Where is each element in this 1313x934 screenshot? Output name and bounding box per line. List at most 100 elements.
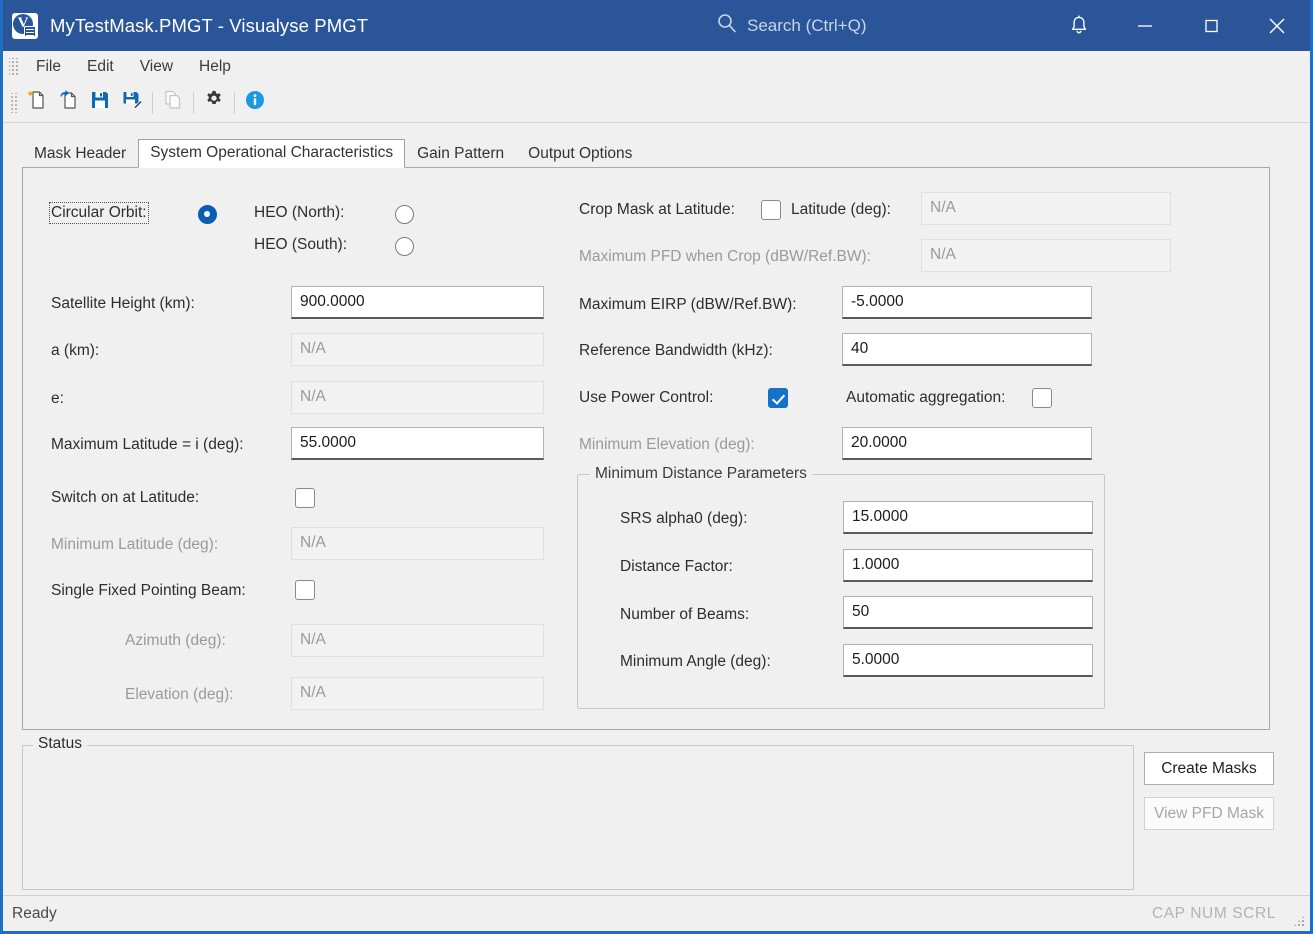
menu-item-view[interactable]: View — [127, 55, 186, 79]
maximum-pfd-when-crop-label: Maximum PFD when Crop (dBW/Ref.BW): — [579, 248, 871, 265]
toolbar — [3, 83, 1310, 123]
minimum-elevation-label: Minimum Elevation (deg): — [579, 436, 755, 453]
minimize-icon — [1134, 15, 1156, 37]
application-window: V MyTestMask.PMGT - Visualyse PMGT Searc… — [0, 0, 1313, 934]
tab-system-operational-characteristics[interactable]: System Operational Characteristics — [138, 139, 406, 168]
open-document-button[interactable] — [52, 87, 84, 119]
menu-item-file[interactable]: File — [23, 55, 74, 79]
circular-orbit-label: Circular Orbit: — [49, 202, 149, 224]
heo-south-label: HEO (South): — [254, 236, 348, 253]
single-fixed-pointing-beam-checkbox[interactable] — [295, 580, 315, 600]
switch-on-at-latitude-label: Switch on at Latitude: — [51, 489, 200, 506]
view-pfd-mask-button[interactable]: View PFD Mask — [1144, 797, 1274, 830]
heo-south-radio[interactable] — [395, 237, 414, 256]
save-as-button[interactable] — [116, 87, 148, 119]
switch-on-at-latitude-checkbox[interactable] — [295, 488, 315, 508]
use-power-control-checkbox[interactable] — [768, 388, 788, 408]
maximum-latitude-input[interactable]: 55.0000 — [291, 427, 544, 460]
automatic-aggregation-checkbox[interactable] — [1032, 388, 1052, 408]
menu-item-help[interactable]: Help — [186, 55, 244, 79]
maximum-pfd-when-crop-input[interactable]: N/A — [921, 239, 1171, 272]
eccentricity-input[interactable]: N/A — [291, 381, 544, 414]
minimum-latitude-input[interactable]: N/A — [291, 527, 544, 560]
resize-grip-icon[interactable] — [1293, 915, 1305, 927]
toolbar-separator — [152, 91, 153, 114]
heo-north-label: HEO (North): — [254, 204, 345, 221]
search-placeholder-text: Search (Ctrl+Q) — [747, 15, 867, 35]
azimuth-label: Azimuth (deg): — [125, 632, 226, 649]
minimum-angle-label: Minimum Angle (deg): — [620, 653, 771, 670]
notification-bell-icon — [1069, 14, 1089, 37]
maximize-icon — [1200, 15, 1222, 37]
tab-mask-header[interactable]: Mask Header — [22, 140, 138, 168]
tab-gain-pattern[interactable]: Gain Pattern — [405, 140, 516, 168]
tab-content-panel: Circular Orbit: HEO (North): HEO (South)… — [22, 167, 1270, 730]
info-button[interactable] — [239, 87, 271, 119]
maximum-latitude-label: Maximum Latitude = i (deg): — [51, 436, 244, 453]
search-box[interactable]: Search (Ctrl+Q) — [716, 0, 867, 51]
save-as-icon — [120, 88, 144, 117]
copy-button[interactable] — [157, 87, 189, 119]
distance-factor-label: Distance Factor: — [620, 558, 733, 575]
elevation-input[interactable]: N/A — [291, 677, 544, 710]
menu-drag-grip[interactable] — [9, 58, 19, 76]
save-button[interactable] — [84, 87, 116, 119]
maximum-eirp-input[interactable]: -5.0000 — [842, 286, 1092, 319]
single-fixed-pointing-beam-label: Single Fixed Pointing Beam: — [51, 582, 246, 599]
gear-icon — [202, 88, 226, 117]
srs-alpha0-label: SRS alpha0 (deg): — [620, 510, 748, 527]
use-power-control-label: Use Power Control: — [579, 389, 714, 406]
save-icon — [88, 88, 112, 117]
distance-factor-input[interactable]: 1.0000 — [843, 549, 1093, 582]
crop-latitude-label: Latitude (deg): — [791, 201, 891, 218]
elevation-label: Elevation (deg): — [125, 686, 234, 703]
srs-alpha0-input[interactable]: 15.0000 — [843, 501, 1093, 534]
automatic-aggregation-label: Automatic aggregation: — [846, 389, 1006, 406]
minimum-elevation-input[interactable]: 20.0000 — [842, 427, 1092, 460]
satellite-height-label: Satellite Height (km): — [51, 295, 195, 312]
minimum-distance-parameters-title: Minimum Distance Parameters — [590, 465, 812, 483]
window-controls — [1046, 0, 1310, 51]
semi-major-axis-input[interactable]: N/A — [291, 333, 544, 366]
status-bar: Ready CAP NUM SCRL — [3, 895, 1310, 931]
azimuth-input[interactable]: N/A — [291, 624, 544, 657]
search-icon — [716, 12, 738, 39]
status-bar-indicators: CAP NUM SCRL — [1151, 904, 1276, 922]
maximum-eirp-label: Maximum EIRP (dBW/Ref.BW): — [579, 296, 797, 313]
toolbar-drag-grip[interactable] — [9, 92, 17, 113]
maximize-button[interactable] — [1178, 0, 1244, 51]
notification-bell-button[interactable] — [1046, 0, 1112, 51]
copy-icon — [161, 88, 185, 117]
status-group-title: Status — [33, 735, 87, 753]
status-log-text — [29, 756, 1127, 883]
menu-bar: File Edit View Help — [3, 51, 1310, 83]
heo-north-radio[interactable] — [395, 205, 414, 224]
crop-latitude-input[interactable]: N/A — [921, 192, 1171, 225]
status-group: Status — [22, 735, 1134, 890]
crop-mask-at-latitude-checkbox[interactable] — [761, 200, 781, 220]
create-masks-button[interactable]: Create Masks — [1144, 752, 1274, 785]
visualyse-logo-icon: V — [12, 12, 38, 39]
new-document-button[interactable] — [20, 87, 52, 119]
minimum-latitude-label: Minimum Latitude (deg): — [51, 536, 219, 553]
number-of-beams-label: Number of Beams: — [620, 606, 750, 623]
eccentricity-label: e: — [51, 390, 64, 407]
status-bar-message: Ready — [12, 904, 57, 922]
menu-item-edit[interactable]: Edit — [74, 55, 127, 79]
minimum-angle-input[interactable]: 5.0000 — [843, 644, 1093, 677]
tab-output-options[interactable]: Output Options — [516, 140, 644, 168]
number-of-beams-input[interactable]: 50 — [843, 596, 1093, 629]
close-button[interactable] — [1244, 0, 1310, 51]
settings-button[interactable] — [198, 87, 230, 119]
satellite-height-input[interactable]: 900.0000 — [291, 286, 544, 319]
semi-major-axis-label: a (km): — [51, 342, 100, 359]
minimum-distance-parameters-group: Minimum Distance Parameters SRS alpha0 (… — [577, 465, 1105, 709]
circular-orbit-radio[interactable] — [198, 205, 217, 224]
crop-mask-at-latitude-label: Crop Mask at Latitude: — [579, 201, 735, 218]
reference-bandwidth-input[interactable]: 40 — [842, 333, 1092, 366]
toolbar-separator — [234, 91, 235, 114]
minimize-button[interactable] — [1112, 0, 1178, 51]
title-bar: V MyTestMask.PMGT - Visualyse PMGT Searc… — [3, 0, 1310, 51]
tab-strip: Mask Header System Operational Character… — [22, 137, 1310, 168]
reference-bandwidth-label: Reference Bandwidth (kHz): — [579, 342, 773, 359]
